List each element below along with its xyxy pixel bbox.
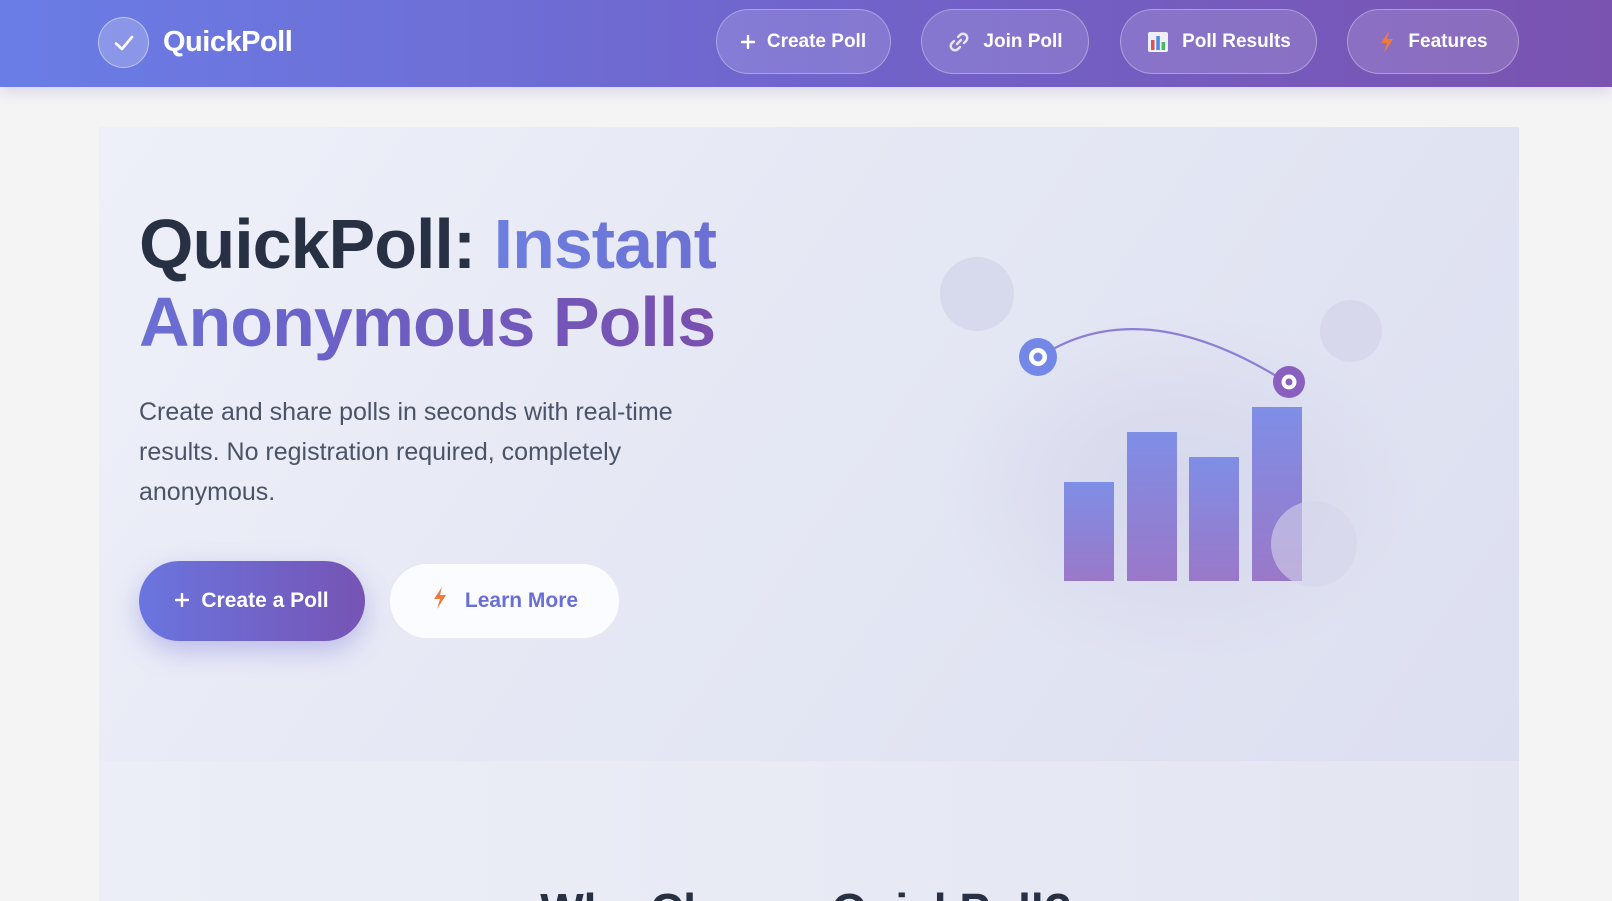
bar-chart-icon	[1146, 30, 1170, 54]
data-point-start	[1019, 338, 1057, 376]
illustration-glow	[940, 310, 1420, 670]
nav-create-poll-label: Create Poll	[766, 30, 867, 52]
decor-circle	[940, 257, 1014, 331]
hero-illustration	[940, 257, 1420, 670]
create-poll-button-label: Create a Poll	[201, 589, 329, 612]
hero-title-part1: QuickPoll:	[139, 205, 494, 283]
lightning-icon	[431, 585, 449, 617]
data-point-end	[1273, 366, 1305, 398]
nav-poll-results[interactable]: Poll Results	[1120, 9, 1317, 74]
chart-bar	[1189, 457, 1239, 581]
learn-more-button[interactable]: Learn More	[388, 562, 621, 640]
top-navbar: QuickPoll Create Poll Join Poll Poll Res…	[0, 0, 1612, 87]
nav-create-poll[interactable]: Create Poll	[716, 9, 891, 74]
brand-name: QuickPoll	[163, 26, 293, 58]
learn-more-button-label: Learn More	[464, 589, 579, 612]
check-icon	[98, 17, 149, 68]
hero-subtitle: Create and share polls in seconds with r…	[139, 398, 673, 506]
brand-logo[interactable]: QuickPoll	[98, 17, 293, 68]
hero-title: QuickPoll: Instant Anonymous Polls	[139, 205, 779, 361]
section-heading: Why Choose QuickPoll?	[0, 883, 1612, 901]
create-poll-button[interactable]: Create a Poll	[139, 561, 365, 641]
plus-icon	[740, 34, 755, 49]
nav-join-poll-label: Join Poll	[983, 30, 1063, 52]
nav-join-poll[interactable]: Join Poll	[921, 9, 1089, 74]
link-icon	[947, 30, 971, 54]
chart-bar	[1127, 432, 1177, 581]
plus-icon	[175, 589, 190, 613]
lightning-icon	[1378, 30, 1396, 54]
chart-bar	[1064, 482, 1114, 581]
nav-features[interactable]: Features	[1347, 9, 1519, 74]
decor-circle	[1320, 300, 1382, 362]
nav-features-label: Features	[1408, 30, 1488, 52]
decor-circle	[1271, 501, 1357, 587]
features-section	[99, 761, 1519, 901]
nav-poll-results-label: Poll Results	[1182, 30, 1291, 52]
